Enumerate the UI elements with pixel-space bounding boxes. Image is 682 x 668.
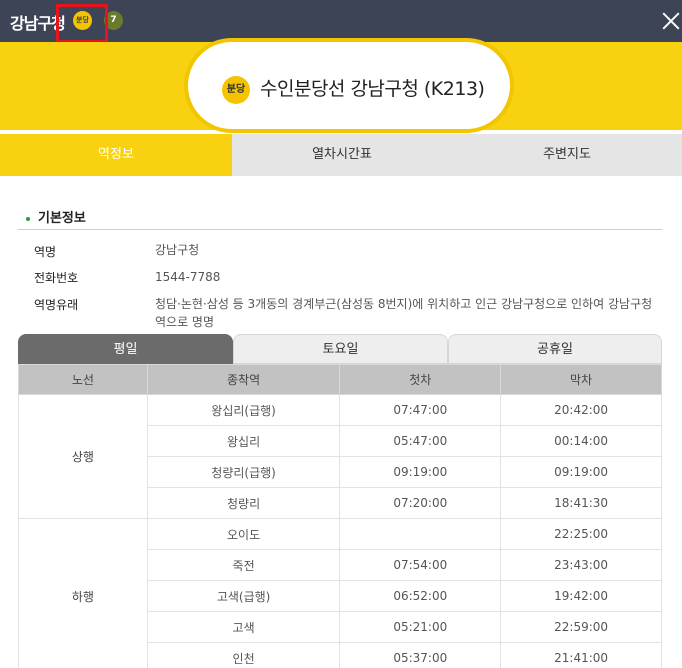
first-train-cell: 05:47:00: [339, 425, 502, 457]
col-header-first-train: 첫차: [339, 364, 502, 395]
table-row: 상행 왕십리(급행) 07:47:00 20:42:00: [18, 394, 662, 519]
basic-info-heading: 기본정보: [38, 211, 86, 226]
last-train-cell: 21:41:00: [500, 642, 662, 668]
first-train-cell: 05:21:00: [339, 611, 502, 643]
destination-cell: 인천: [146, 642, 341, 668]
destination-cell: 고색(급행): [146, 580, 341, 612]
section-title-basic-info: 기본정보: [26, 207, 86, 226]
destination-cell: 죽전: [146, 549, 341, 581]
first-train-cell: 05:37:00: [339, 642, 502, 668]
tab-saturday[interactable]: 토요일: [233, 334, 448, 364]
station-full-name: 수인분당선 강남구청 (K213): [260, 78, 485, 100]
info-value-origin: 청담·논현·삼성 등 3개동의 경계부근(삼성동 8번지)에 위치하고 인근 강…: [155, 297, 653, 329]
direction-down: 하행: [18, 518, 148, 668]
last-train-cell: 22:59:00: [500, 611, 662, 643]
direction-up: 상행: [18, 394, 148, 519]
col-header-last-train: 막차: [500, 364, 662, 395]
info-value-name: 강남구청: [155, 243, 200, 257]
destination-cell: 청량리(급행): [146, 456, 341, 488]
info-value-phone: 1544-7788: [155, 270, 221, 284]
info-label-phone: 전화번호: [34, 271, 79, 285]
last-train-cell: 23:43:00: [500, 549, 662, 581]
destination-cell: 왕십리(급행): [146, 394, 341, 426]
last-train-cell: 09:19:00: [500, 456, 662, 488]
tab-timetable[interactable]: 열차시간표: [232, 134, 452, 176]
day-tabs: 평일 토요일 공휴일: [18, 334, 662, 364]
last-train-cell: 19:42:00: [500, 580, 662, 612]
timetable: 노선 종착역 첫차 막차 상행 왕십리(급행) 07:47:00 20:42:0…: [18, 364, 662, 668]
first-train-cell: 09:19:00: [339, 456, 502, 488]
first-train-cell: 07:54:00: [339, 549, 502, 581]
info-label-origin: 역명유래: [34, 298, 79, 312]
last-train-cell: 00:14:00: [500, 425, 662, 457]
timetable-header-row: 노선 종착역 첫차 막차: [18, 364, 662, 395]
first-train-cell: [339, 518, 502, 550]
tab-nearby-map[interactable]: 주변지도: [452, 134, 682, 176]
info-label-name: 역명: [34, 245, 57, 259]
col-header-line: 노선: [18, 364, 148, 395]
station-name-pill: 분당 수인분당선 강남구청 (K213): [184, 38, 514, 133]
tab-station-info[interactable]: 역정보: [0, 134, 232, 176]
first-train-cell: 06:52:00: [339, 580, 502, 612]
destination-cell: 청량리: [146, 487, 341, 519]
bullet-icon: [26, 216, 30, 221]
close-icon[interactable]: [654, 6, 682, 36]
col-header-destination: 종착역: [146, 364, 341, 395]
destination-cell: 오이도: [146, 518, 341, 550]
destination-cell: 고색: [146, 611, 341, 643]
first-train-cell: 07:20:00: [339, 487, 502, 519]
first-train-cell: 07:47:00: [339, 394, 502, 426]
tab-holiday[interactable]: 공휴일: [448, 334, 662, 364]
highlight-box: [56, 4, 108, 43]
table-row: 하행 오이도 22:25:00: [18, 518, 662, 668]
last-train-cell: 20:42:00: [500, 394, 662, 426]
last-train-cell: 22:25:00: [500, 518, 662, 550]
tab-weekday[interactable]: 평일: [18, 334, 233, 364]
bundang-line-icon: 분당: [222, 76, 250, 104]
destination-cell: 왕십리: [146, 425, 341, 457]
last-train-cell: 18:41:30: [500, 487, 662, 519]
divider: [18, 229, 662, 230]
main-tabs: 역정보 열차시간표 주변지도: [0, 134, 682, 176]
